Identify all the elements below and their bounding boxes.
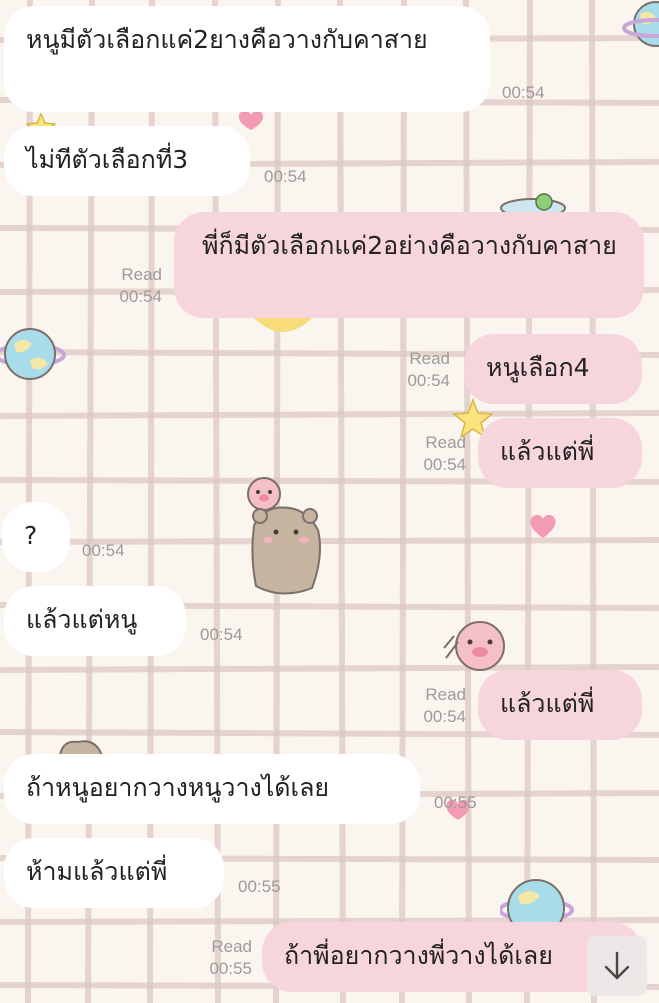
incoming-message[interactable]: ถ้าหนูอยากวางหนูวางได้เลย bbox=[4, 754, 420, 824]
heart-icon bbox=[238, 110, 264, 130]
message-time: 00:54 bbox=[502, 82, 545, 104]
message-time: 00:55 bbox=[238, 876, 281, 898]
scroll-to-bottom-button[interactable] bbox=[587, 936, 647, 996]
chat-background: หนูมีตัวเลือกแค่2ยางคือวางกับคาสาย 00:54… bbox=[0, 0, 659, 1003]
timestamp: 00:54 bbox=[82, 541, 125, 560]
timestamp: 00:55 bbox=[209, 959, 252, 978]
incoming-message[interactable]: ? bbox=[2, 502, 70, 572]
timestamp: 00:54 bbox=[407, 371, 450, 390]
timestamp: 00:54 bbox=[264, 167, 307, 186]
message-read-status: Read 00:54 bbox=[392, 348, 450, 392]
read-label: Read bbox=[425, 433, 466, 452]
timestamp: 00:54 bbox=[119, 287, 162, 306]
outgoing-message[interactable]: แล้วแต่พี่ bbox=[478, 670, 642, 740]
timestamp: 00:54 bbox=[423, 707, 466, 726]
incoming-message[interactable]: ห้ามแล้วแต่พี่ bbox=[4, 838, 224, 908]
outgoing-message[interactable]: พี่ก็มีตัวเลือกแค่2อย่างคือวางกับคาสาย bbox=[174, 212, 644, 318]
message-time: 00:55 bbox=[434, 792, 477, 814]
outgoing-message[interactable]: ถ้าพี่อยากวางพี่วางได้เลย bbox=[262, 922, 642, 992]
bear-ear-sticker-icon bbox=[58, 740, 104, 756]
timestamp: 00:55 bbox=[434, 793, 477, 812]
read-label: Read bbox=[425, 685, 466, 704]
incoming-message[interactable]: หนูมีตัวเลือกแค่2ยางคือวางกับคาสาย bbox=[4, 6, 490, 112]
message-read-status: Read 00:54 bbox=[406, 432, 466, 476]
outgoing-message[interactable]: หนูเลือก4 bbox=[464, 334, 642, 404]
timestamp: 00:54 bbox=[423, 455, 466, 474]
read-label: Read bbox=[121, 265, 162, 284]
sun-sticker-icon bbox=[254, 318, 312, 332]
pig-sticker-icon bbox=[443, 621, 505, 671]
timestamp: 00:54 bbox=[200, 625, 243, 644]
ufo-sticker-icon bbox=[500, 193, 566, 214]
outgoing-message[interactable]: แล้วแต่พี่ bbox=[478, 418, 642, 488]
message-read-status: Read 00:54 bbox=[104, 264, 162, 308]
read-label: Read bbox=[409, 349, 450, 368]
message-time: 00:54 bbox=[200, 624, 243, 646]
arrow-down-icon bbox=[604, 951, 630, 980]
message-time: 00:54 bbox=[264, 166, 307, 188]
planet-icon bbox=[0, 328, 66, 380]
timestamp: 00:54 bbox=[502, 83, 545, 102]
planet-icon bbox=[622, 1, 659, 47]
message-time: 00:54 bbox=[82, 540, 125, 562]
message-read-status: Read 00:55 bbox=[192, 936, 252, 980]
read-label: Read bbox=[211, 937, 252, 956]
heart-icon bbox=[530, 514, 556, 538]
incoming-message[interactable]: ไม่ทีตัวเลือกที่3 bbox=[4, 126, 250, 196]
bear-sticker-icon bbox=[247, 477, 321, 595]
timestamp: 00:55 bbox=[238, 877, 281, 896]
incoming-message[interactable]: แล้วแต่หนู bbox=[4, 586, 186, 656]
message-read-status: Read 00:54 bbox=[406, 684, 466, 728]
